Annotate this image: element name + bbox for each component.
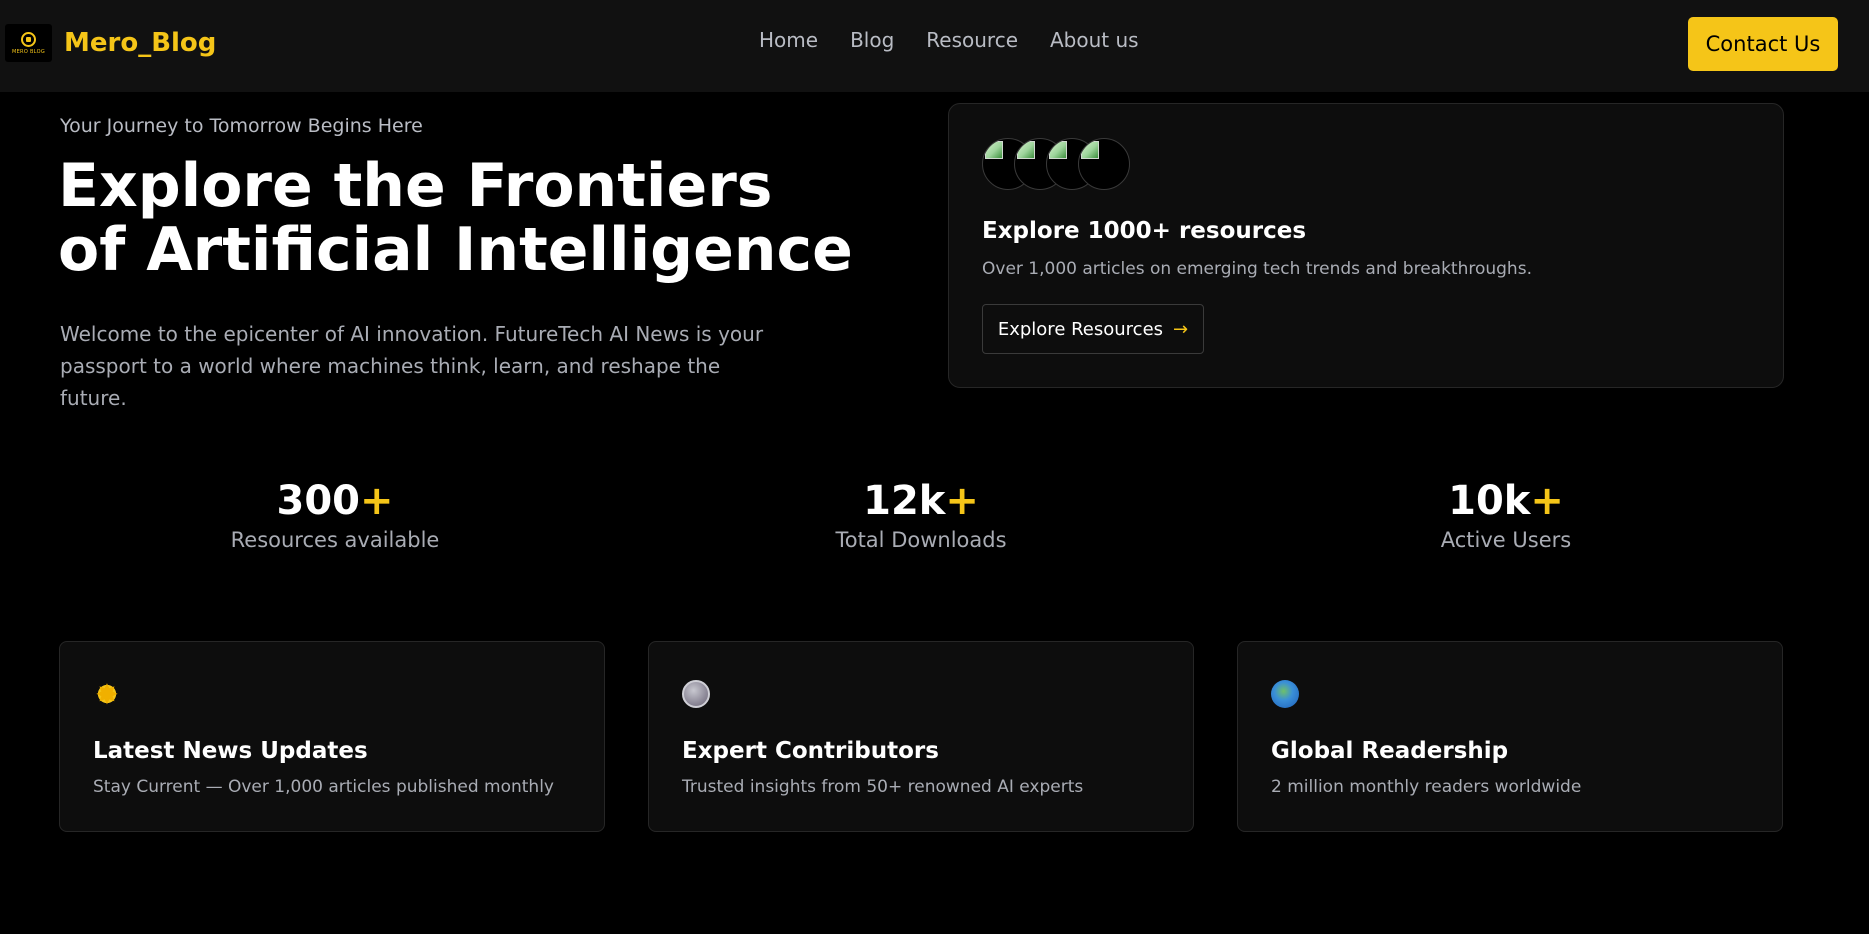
- stat-active-users: 10k+ Active Users: [1306, 476, 1706, 552]
- nav-blog[interactable]: Blog: [850, 28, 894, 52]
- globe-icon: [1271, 680, 1299, 708]
- logo-text: MERO BLOG: [11, 48, 46, 55]
- logo: MERO BLOG: [5, 24, 52, 62]
- stat-label: Total Downloads: [835, 528, 1007, 552]
- feature-card-contributors: Expert Contributors Trusted insights fro…: [648, 641, 1194, 832]
- hero-title: Explore the Frontiers of Artificial Inte…: [58, 151, 853, 285]
- plus-icon: +: [359, 478, 394, 524]
- broken-image-icon: [1017, 141, 1035, 159]
- nav-about-us[interactable]: About us: [1050, 28, 1139, 52]
- explore-resources-button[interactable]: Explore Resources →: [982, 304, 1204, 354]
- feature-description: Stay Current — Over 1,000 articles publi…: [93, 777, 554, 797]
- sun-icon: [93, 678, 121, 711]
- resources-card: Explore 1000+ resources Over 1,000 artic…: [948, 103, 1784, 388]
- stat-label: Resources available: [230, 528, 440, 552]
- brand[interactable]: MERO BLOG Mero_Blog: [5, 24, 216, 62]
- feature-description: Trusted insights from 50+ renowned AI ex…: [682, 777, 1084, 797]
- feature-title: Latest News Updates: [93, 738, 368, 764]
- feature-title: Global Readership: [1271, 738, 1509, 764]
- feature-title: Expert Contributors: [682, 738, 939, 764]
- stat-label: Active Users: [1440, 528, 1572, 552]
- main-nav: Home Blog Resource About us: [759, 28, 1171, 52]
- broken-image-icon: [1081, 141, 1099, 159]
- top-navbar: MERO BLOG Mero_Blog Home Blog Resource A…: [0, 0, 1869, 92]
- stat-resources: 300+ Resources available: [135, 476, 535, 552]
- plus-icon: +: [1530, 478, 1564, 524]
- avatar: [1078, 138, 1130, 190]
- plus-icon: +: [945, 478, 979, 524]
- resources-card-title: Explore 1000+ resources: [982, 218, 1307, 244]
- nav-home[interactable]: Home: [759, 28, 818, 52]
- logo-emblem-icon: [21, 31, 36, 47]
- contact-us-button[interactable]: Contact Us: [1688, 17, 1838, 71]
- broken-image-icon: [1049, 141, 1067, 159]
- broken-image-icon: [985, 141, 1003, 159]
- feature-card-news: Latest News Updates Stay Current — Over …: [59, 641, 605, 832]
- feature-description: 2 million monthly readers worldwide: [1271, 777, 1582, 797]
- explore-resources-label: Explore Resources: [997, 318, 1164, 340]
- stat-value: 12k+: [863, 478, 979, 524]
- nav-resource[interactable]: Resource: [926, 28, 1018, 52]
- stat-value: 300+: [276, 478, 394, 524]
- stat-value: 10k+: [1448, 478, 1564, 524]
- hero-description: Welcome to the epicenter of AI innovatio…: [60, 322, 764, 410]
- stat-downloads: 12k+ Total Downloads: [721, 476, 1121, 552]
- resources-card-subtitle: Over 1,000 articles on emerging tech tre…: [982, 259, 1532, 279]
- feature-card-readership: Global Readership 2 million monthly read…: [1237, 641, 1783, 832]
- hero-tagline: Your Journey to Tomorrow Begins Here: [60, 115, 423, 137]
- arrow-right-icon: →: [1173, 318, 1189, 340]
- circle-icon: [682, 680, 710, 708]
- brand-name[interactable]: Mero_Blog: [64, 28, 216, 58]
